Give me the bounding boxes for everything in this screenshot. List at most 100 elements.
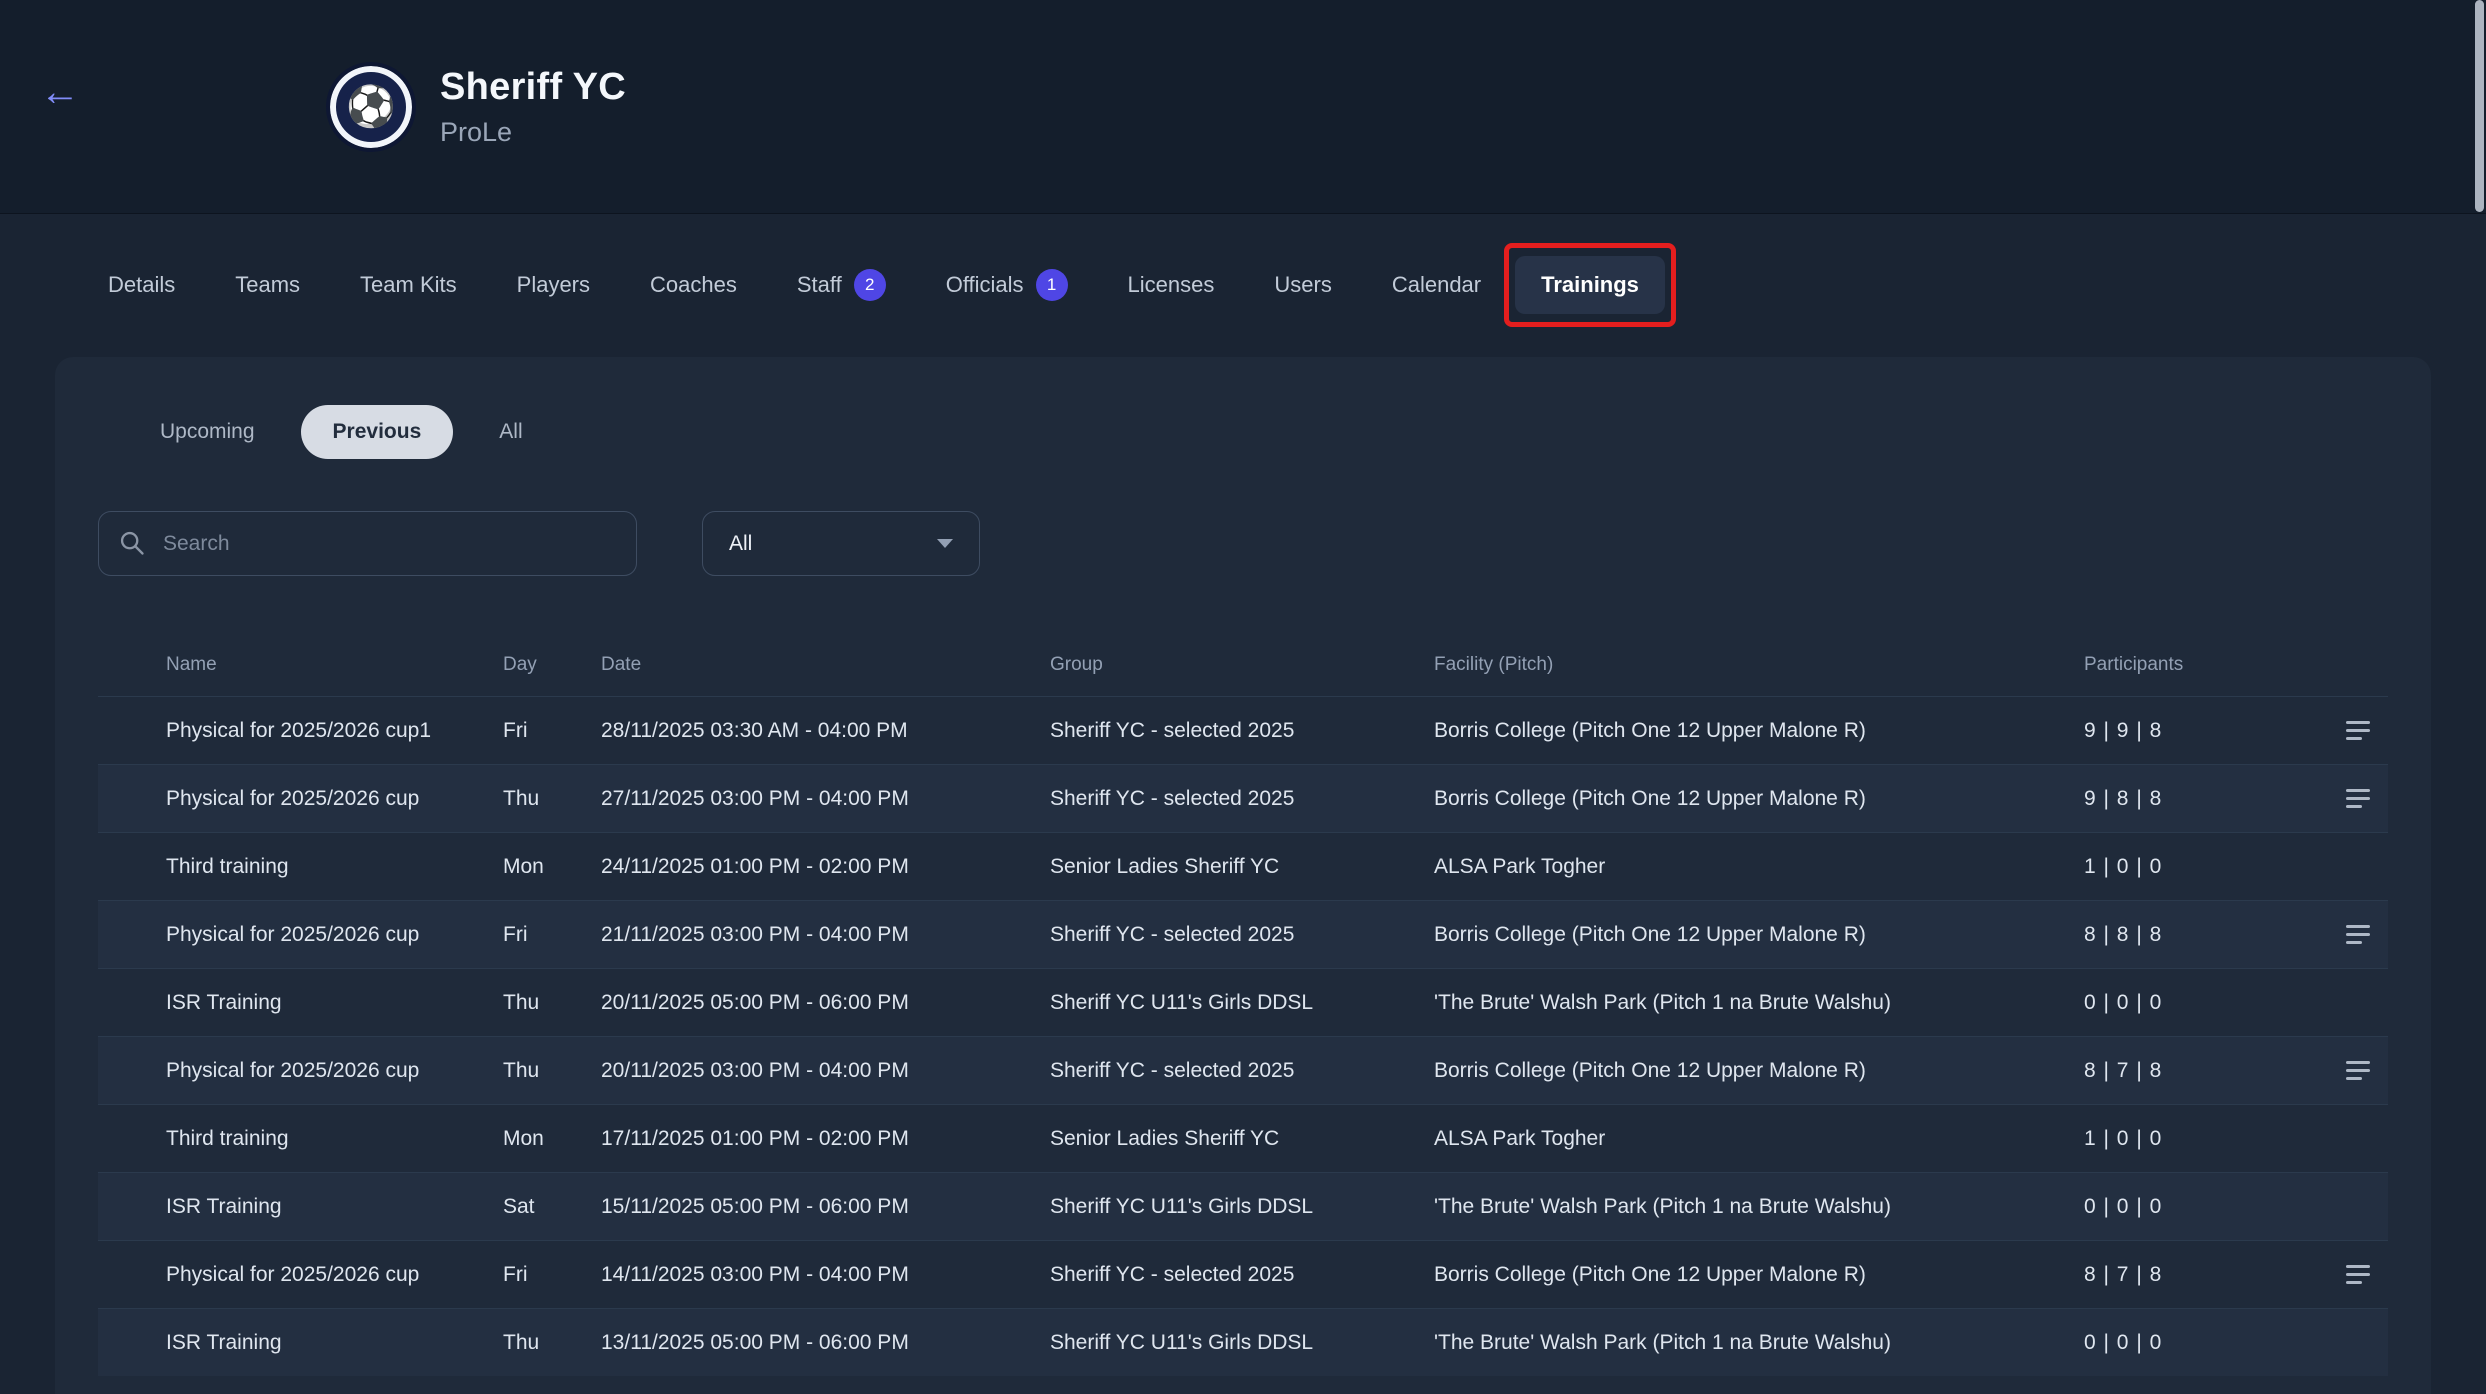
cell-participants: 9 | 9 | 8 (2084, 719, 2320, 743)
cell-date: 21/11/2025 03:00 PM - 04:00 PM (601, 923, 1050, 947)
cell-facility: Borris College (Pitch One 12 Upper Malon… (1434, 1059, 2084, 1083)
tab-label: Trainings (1541, 272, 1639, 298)
tab-trainings[interactable]: Trainings (1515, 256, 1665, 314)
cell-date: 17/11/2025 01:00 PM - 02:00 PM (601, 1127, 1050, 1151)
cell-date: 14/11/2025 03:00 PM - 04:00 PM (601, 1263, 1050, 1287)
column-header-day: Day (503, 654, 601, 676)
tab-calendar[interactable]: Calendar (1366, 256, 1507, 314)
cell-participants: 9 | 8 | 8 (2084, 787, 2320, 811)
cell-group: Sheriff YC - selected 2025 (1050, 1263, 1434, 1287)
table-row[interactable]: ISR Training Thu 13/11/2025 05:00 PM - 0… (98, 1308, 2388, 1376)
cell-group: Sheriff YC U11's Girls DDSL (1050, 1195, 1434, 1219)
cell-participants: 8 | 8 | 8 (2084, 923, 2320, 947)
column-header-facility: Facility (Pitch) (1434, 654, 2084, 676)
cell-facility: ALSA Park Togher (1434, 855, 2084, 879)
table-row[interactable]: Physical for 2025/2026 cup1 Fri 28/11/20… (98, 696, 2388, 764)
row-menu-icon[interactable] (2340, 1055, 2376, 1086)
table-body: Physical for 2025/2026 cup1 Fri 28/11/20… (98, 696, 2388, 1376)
tab-teams[interactable]: Teams (209, 256, 326, 314)
row-menu-icon[interactable] (2340, 715, 2376, 746)
cell-participants: 8 | 7 | 8 (2084, 1263, 2320, 1287)
cell-name: Physical for 2025/2026 cup (98, 1059, 503, 1083)
group-filter-dropdown[interactable]: All (702, 511, 980, 576)
cell-group: Senior Ladies Sheriff YC (1050, 1127, 1434, 1151)
table-row[interactable]: Physical for 2025/2026 cup Thu 20/11/202… (98, 1036, 2388, 1104)
filter-pill-upcoming[interactable]: Upcoming (128, 405, 287, 459)
cell-participants: 8 | 7 | 8 (2084, 1059, 2320, 1083)
page-title: Sheriff YC (440, 66, 626, 109)
club-header: ← ⚽ Sheriff YC ProLe (0, 0, 2486, 214)
tab-coaches[interactable]: Coaches (624, 256, 763, 314)
table-header-row: Name Day Date Group Facility (Pitch) Par… (98, 634, 2388, 696)
chevron-down-icon (937, 539, 953, 548)
cell-name: Physical for 2025/2026 cup (98, 1263, 503, 1287)
cell-facility: Borris College (Pitch One 12 Upper Malon… (1434, 923, 2084, 947)
cell-facility: 'The Brute' Walsh Park (Pitch 1 na Brute… (1434, 1195, 2084, 1219)
table-row[interactable]: Third training Mon 17/11/2025 01:00 PM -… (98, 1104, 2388, 1172)
table-row[interactable]: ISR Training Thu 20/11/2025 05:00 PM - 0… (98, 968, 2388, 1036)
row-menu-icon[interactable] (2340, 1259, 2376, 1290)
tab-label: Team Kits (360, 272, 457, 298)
cell-date: 15/11/2025 05:00 PM - 06:00 PM (601, 1195, 1050, 1219)
search-box (98, 511, 637, 576)
cell-participants: 1 | 0 | 0 (2084, 1127, 2320, 1151)
cell-name: Physical for 2025/2026 cup (98, 787, 503, 811)
column-header-participants: Participants (2084, 654, 2320, 676)
back-button[interactable]: ← (40, 72, 80, 112)
cell-date: 20/11/2025 05:00 PM - 06:00 PM (601, 991, 1050, 1015)
row-menu-icon[interactable] (2340, 783, 2376, 814)
cell-date: 13/11/2025 05:00 PM - 06:00 PM (601, 1331, 1050, 1355)
row-menu-icon[interactable] (2340, 919, 2376, 950)
filter-pill-all[interactable]: All (467, 405, 554, 459)
filter-pill-previous[interactable]: Previous (301, 405, 454, 459)
tab-licenses[interactable]: Licenses (1102, 256, 1241, 314)
cell-date: 20/11/2025 03:00 PM - 04:00 PM (601, 1059, 1050, 1083)
cell-group: Sheriff YC - selected 2025 (1050, 923, 1434, 947)
cell-day: Thu (503, 991, 601, 1015)
tab-count-badge: 2 (854, 269, 886, 301)
cell-name: ISR Training (98, 1331, 503, 1355)
table-row[interactable]: Physical for 2025/2026 cup Thu 27/11/202… (98, 764, 2388, 832)
tab-details[interactable]: Details (82, 256, 201, 314)
cell-group: Sheriff YC - selected 2025 (1050, 787, 1434, 811)
tab-players[interactable]: Players (491, 256, 616, 314)
search-input[interactable] (98, 511, 637, 576)
search-icon (118, 529, 146, 557)
cell-facility: 'The Brute' Walsh Park (Pitch 1 na Brute… (1434, 1331, 2084, 1355)
cell-day: Thu (503, 787, 601, 811)
column-header-date: Date (601, 654, 1050, 676)
cell-facility: Borris College (Pitch One 12 Upper Malon… (1434, 787, 2084, 811)
tab-label: Licenses (1128, 272, 1215, 298)
table-row[interactable]: Third training Mon 24/11/2025 01:00 PM -… (98, 832, 2388, 900)
tab-team-kits[interactable]: Team Kits (334, 256, 483, 314)
scrollbar-thumb[interactable] (2475, 0, 2484, 212)
cell-day: Mon (503, 1127, 601, 1151)
table-row[interactable]: Physical for 2025/2026 cup Fri 14/11/202… (98, 1240, 2388, 1308)
cell-name: ISR Training (98, 991, 503, 1015)
cell-participants: 0 | 0 | 0 (2084, 1331, 2320, 1355)
club-logo: ⚽ (326, 62, 416, 152)
tab-bar: DetailsTeams Team Kits Players Coaches Staff… (0, 214, 2486, 356)
cell-date: 28/11/2025 03:30 AM - 04:00 PM (601, 719, 1050, 743)
trainings-table: Name Day Date Group Facility (Pitch) Par… (98, 634, 2388, 1376)
table-row[interactable]: ISR Training Sat 15/11/2025 05:00 PM - 0… (98, 1172, 2388, 1240)
cell-participants: 0 | 0 | 0 (2084, 1195, 2320, 1219)
cell-group: Sheriff YC - selected 2025 (1050, 719, 1434, 743)
cell-name: Physical for 2025/2026 cup1 (98, 719, 503, 743)
tab-label: Coaches (650, 272, 737, 298)
tab-label: Users (1274, 272, 1331, 298)
column-header-name: Name (98, 654, 503, 676)
tab-count-badge: 1 (1036, 269, 1068, 301)
tab-users[interactable]: Users (1248, 256, 1357, 314)
cell-day: Thu (503, 1331, 601, 1355)
column-header-group: Group (1050, 654, 1434, 676)
cell-facility: ALSA Park Togher (1434, 1127, 2084, 1151)
cell-day: Thu (503, 1059, 601, 1083)
tab-staff[interactable]: Staff 2 (771, 253, 912, 317)
tab-label: Officials (946, 272, 1024, 298)
tab-officials[interactable]: Officials 1 (920, 253, 1094, 317)
cell-group: Sheriff YC - selected 2025 (1050, 1059, 1434, 1083)
table-row[interactable]: Physical for 2025/2026 cup Fri 21/11/202… (98, 900, 2388, 968)
cell-day: Sat (503, 1195, 601, 1219)
tab-label: Staff (797, 272, 842, 298)
